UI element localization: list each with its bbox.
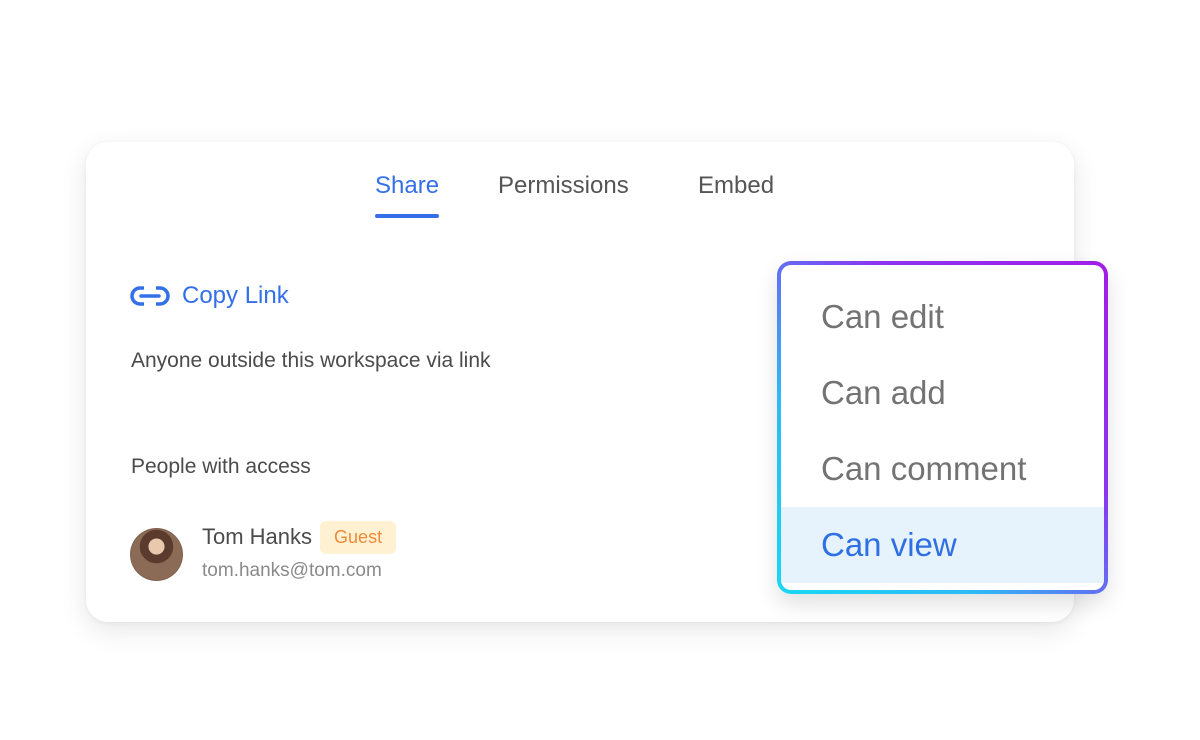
tab-permissions[interactable]: Permissions xyxy=(498,172,629,218)
person-row: Tom Hanks Guest tom.hanks@tom.com xyxy=(130,520,397,582)
tab-bar: Share Permissions Embed xyxy=(86,172,1074,228)
permission-dropdown-menu: Can edit Can add Can comment Can view xyxy=(781,265,1104,590)
link-access-description: Anyone outside this workspace via link xyxy=(131,349,491,372)
link-icon xyxy=(130,285,170,307)
copy-link-label: Copy Link xyxy=(182,282,289,309)
stage: Share Permissions Embed Copy Link Anyone… xyxy=(0,0,1200,740)
copy-link-button[interactable]: Copy Link xyxy=(130,282,289,310)
option-can-view[interactable]: Can view xyxy=(781,507,1104,583)
option-can-edit[interactable]: Can edit xyxy=(781,279,1104,355)
person-name: Tom Hanks xyxy=(202,524,313,549)
people-with-access-title: People with access xyxy=(131,455,311,478)
guest-badge: Guest xyxy=(320,520,397,554)
person-name-row: Tom Hanks Guest xyxy=(202,520,397,554)
permission-dropdown: Can edit Can add Can comment Can view xyxy=(777,261,1108,594)
person-email: tom.hanks@tom.com xyxy=(202,560,382,581)
person-info: Tom Hanks Guest tom.hanks@tom.com xyxy=(202,520,397,582)
tab-embed[interactable]: Embed xyxy=(698,172,774,218)
option-can-add[interactable]: Can add xyxy=(781,355,1104,431)
avatar xyxy=(130,528,183,581)
option-can-comment[interactable]: Can comment xyxy=(781,431,1104,507)
tab-share[interactable]: Share xyxy=(375,172,440,218)
